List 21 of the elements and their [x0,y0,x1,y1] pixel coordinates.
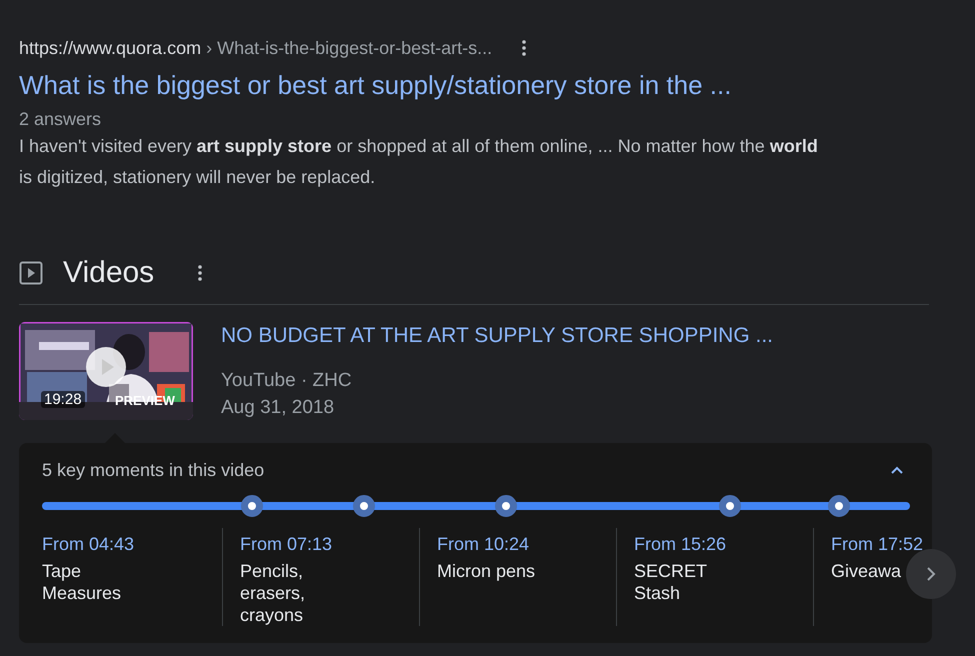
moment-label: Tape Measures [42,560,122,604]
video-title-link[interactable]: NO BUDGET AT THE ART SUPPLY STORE SHOPPING ... [221,322,773,350]
result-title-link[interactable]: What is the biggest or best art supply/stationery store in the ... [19,69,975,101]
moment-label: Pencils, erasers, crayons [240,560,306,626]
moment-label: SECRET Stash [634,560,708,604]
answer-count: 2 answers [19,108,102,131]
result-url[interactable]: https://www.quora.com [19,38,202,58]
section-heading: Videos [63,256,154,290]
moment-time-link[interactable]: From 04:43 [42,532,222,556]
moment-time-link[interactable]: From 15:26 [634,532,813,556]
moment-label: Giveawa [831,560,902,582]
moment-label: Micron pens [437,560,536,582]
moment-time-link[interactable]: From 10:24 [437,532,616,556]
moment-time-link[interactable]: From 17:52 [831,532,932,556]
video-source: YouTube · ZHC [221,369,353,393]
video-duration: 19:28 [41,391,85,408]
moment-time-link[interactable]: From 07:13 [240,532,419,556]
video-date: Aug 31, 2018 [221,396,336,420]
breadcrumb: › What-is-the-biggest-or-best-art-s... [206,38,492,58]
result-snippet: I haven't visited every art supply store or shopped at all of them online, ... No matter how the world is digitized, stationery will never be replaced. [19,135,819,189]
key-moments-heading: 5 key moments in this video [42,460,264,480]
